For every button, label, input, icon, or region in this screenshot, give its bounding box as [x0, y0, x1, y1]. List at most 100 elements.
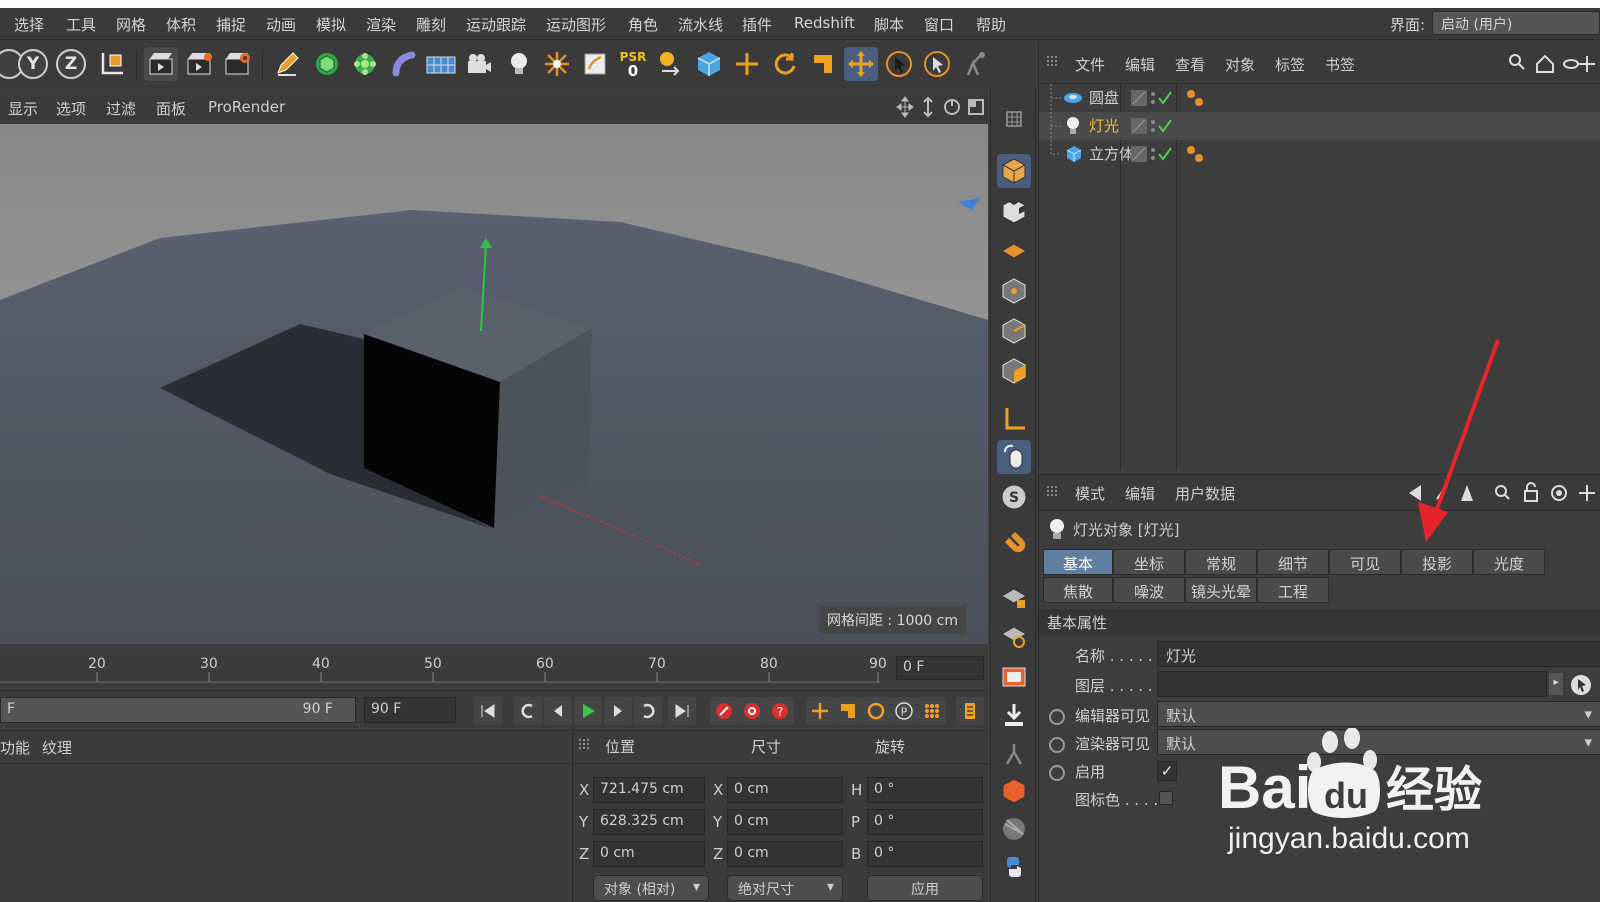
- deformer-button[interactable]: [386, 47, 420, 81]
- tab-caustics[interactable]: 焦散: [1043, 577, 1113, 603]
- snapping-button[interactable]: [997, 102, 1031, 136]
- menu-tools[interactable]: 工具: [66, 14, 96, 35]
- pos-x-field[interactable]: 721.475 cm: [593, 777, 705, 803]
- coordinate-system-button[interactable]: [96, 47, 130, 81]
- tab-photometric[interactable]: 光度: [1473, 549, 1545, 575]
- rot-h-field[interactable]: 0 °: [867, 777, 983, 803]
- key-position-button[interactable]: [806, 697, 834, 725]
- timeline-ruler[interactable]: 20 30 40 50 60 70 80 90 0 F: [0, 650, 988, 686]
- menu-plugins[interactable]: 插件: [742, 14, 772, 35]
- extra-tool-button[interactable]: [958, 47, 992, 81]
- import-button[interactable]: [997, 698, 1031, 732]
- move-tool-button[interactable]: [730, 47, 764, 81]
- go-to-start-button[interactable]: [474, 697, 502, 725]
- material-tag-icon[interactable]: [1185, 88, 1207, 108]
- polygons-mode-button[interactable]: [997, 354, 1031, 388]
- attr-menu-mode[interactable]: 模式: [1075, 483, 1105, 504]
- menu-script[interactable]: 脚本: [874, 14, 904, 35]
- size-mode-dropdown[interactable]: 绝对尺寸 ▾: [727, 875, 843, 901]
- attr-menu-edit[interactable]: 编辑: [1125, 483, 1155, 504]
- workplane-align-button[interactable]: [997, 618, 1031, 652]
- tab-details[interactable]: 细节: [1257, 549, 1329, 575]
- scale-tool-button[interactable]: [806, 47, 840, 81]
- menu-help[interactable]: 帮助: [976, 14, 1006, 35]
- name-field[interactable]: 灯光: [1157, 641, 1600, 667]
- menu-snap[interactable]: 捕捉: [216, 14, 246, 35]
- editor-visible-radio[interactable]: [1049, 709, 1065, 725]
- om-header-icons[interactable]: [1507, 52, 1600, 74]
- key-help-button[interactable]: ?: [766, 697, 794, 725]
- menu-pipeline[interactable]: 流水线: [678, 14, 723, 35]
- object-row-disc[interactable]: 圆盘: [1039, 84, 1600, 112]
- edges-mode-button[interactable]: [997, 314, 1031, 348]
- layout-dropdown[interactable]: 启动 (用户): [1432, 11, 1600, 35]
- om-menu-objects[interactable]: 对象: [1225, 54, 1255, 75]
- move-axes-button[interactable]: [844, 47, 878, 81]
- size-y-field[interactable]: 0 cm: [727, 809, 843, 835]
- apply-button[interactable]: 应用: [867, 875, 983, 901]
- size-z-field[interactable]: 0 cm: [727, 841, 843, 867]
- frame-range-slider[interactable]: F 90 F: [0, 697, 356, 723]
- character-button[interactable]: [997, 736, 1031, 770]
- environment-button[interactable]: [424, 47, 458, 81]
- mograph-cloner-button[interactable]: [348, 47, 382, 81]
- layer-field[interactable]: [1157, 671, 1547, 697]
- cube-primitive-button[interactable]: [310, 47, 344, 81]
- om-menu-file[interactable]: 文件: [1075, 54, 1105, 75]
- current-frame-field[interactable]: 0 F: [896, 656, 984, 680]
- go-to-end-button[interactable]: [668, 697, 696, 725]
- render-visible-radio[interactable]: [1049, 737, 1065, 753]
- symmetry-button[interactable]: [540, 47, 574, 81]
- object-row-cube[interactable]: 立方体: [1039, 140, 1600, 168]
- size-x-field[interactable]: 0 cm: [727, 777, 843, 803]
- model-mode-button[interactable]: [997, 154, 1031, 188]
- layer-visibility-icons[interactable]: [1131, 116, 1179, 136]
- workplane-mode-button[interactable]: [997, 234, 1031, 268]
- om-menu-view[interactable]: 查看: [1175, 54, 1205, 75]
- live-selection-button[interactable]: [692, 47, 726, 81]
- next-key-button[interactable]: [634, 697, 662, 725]
- viewport-menu-prorender[interactable]: ProRender: [208, 98, 285, 116]
- coordinate-mode-dropdown[interactable]: 对象 (相对) ▾: [593, 875, 709, 901]
- axis-mode-vbutton[interactable]: [997, 402, 1031, 436]
- key-scale-button[interactable]: [834, 697, 862, 725]
- editor-visible-dropdown[interactable]: 默认 ▾: [1157, 701, 1600, 727]
- menu-sculpt[interactable]: 雕刻: [416, 14, 446, 35]
- menu-character[interactable]: 角色: [628, 14, 658, 35]
- attr-menu-userdata[interactable]: 用户数据: [1175, 483, 1235, 504]
- sketch-tool-button[interactable]: [270, 47, 304, 81]
- rot-p-field[interactable]: 0 °: [867, 809, 983, 835]
- material-menu-function[interactable]: 功能: [0, 737, 30, 758]
- object-row-light[interactable]: 灯光: [1039, 112, 1600, 140]
- viewport-menu-filter[interactable]: 过滤: [106, 98, 136, 119]
- viewport-menu-display[interactable]: 显示: [8, 98, 38, 119]
- scene-button[interactable]: [578, 47, 612, 81]
- menu-volume[interactable]: 体积: [166, 14, 196, 35]
- tab-noise[interactable]: 噪波: [1113, 577, 1185, 603]
- key-pla-button[interactable]: [918, 697, 946, 725]
- tab-general[interactable]: 常规: [1185, 549, 1257, 575]
- key-rotation-button[interactable]: [862, 697, 890, 725]
- icon-color-checkbox[interactable]: [1159, 791, 1173, 805]
- enabled-checkbox[interactable]: ✓: [1157, 761, 1177, 781]
- menu-simulate[interactable]: 模拟: [316, 14, 346, 35]
- render-region-button[interactable]: [997, 660, 1031, 694]
- workplane-lock-button[interactable]: [997, 580, 1031, 614]
- layer-picker-button[interactable]: [1569, 673, 1593, 697]
- viewport-menu-panel[interactable]: 面板: [156, 98, 186, 119]
- prev-frame-button[interactable]: [544, 697, 572, 725]
- 3d-viewport[interactable]: 网格间距 : 1000 cm: [0, 124, 988, 644]
- prev-key-button[interactable]: [514, 697, 542, 725]
- end-frame-field[interactable]: 90 F: [364, 697, 456, 723]
- tab-visibility[interactable]: 可见: [1329, 549, 1401, 575]
- menu-motion-tracking[interactable]: 运动跟踪: [466, 14, 526, 35]
- live-select-tool-button[interactable]: [920, 47, 954, 81]
- material-tag-icon[interactable]: [1185, 144, 1207, 164]
- layer-arrow-button[interactable]: ▸: [1549, 673, 1563, 695]
- select-tool-button[interactable]: [882, 47, 916, 81]
- render-visible-dropdown[interactable]: 默认 ▾: [1157, 729, 1600, 755]
- record-button[interactable]: [710, 697, 738, 725]
- enabled-radio[interactable]: [1049, 765, 1065, 781]
- axis-z-toggle[interactable]: Z: [54, 47, 88, 81]
- menu-render[interactable]: 渲染: [366, 14, 396, 35]
